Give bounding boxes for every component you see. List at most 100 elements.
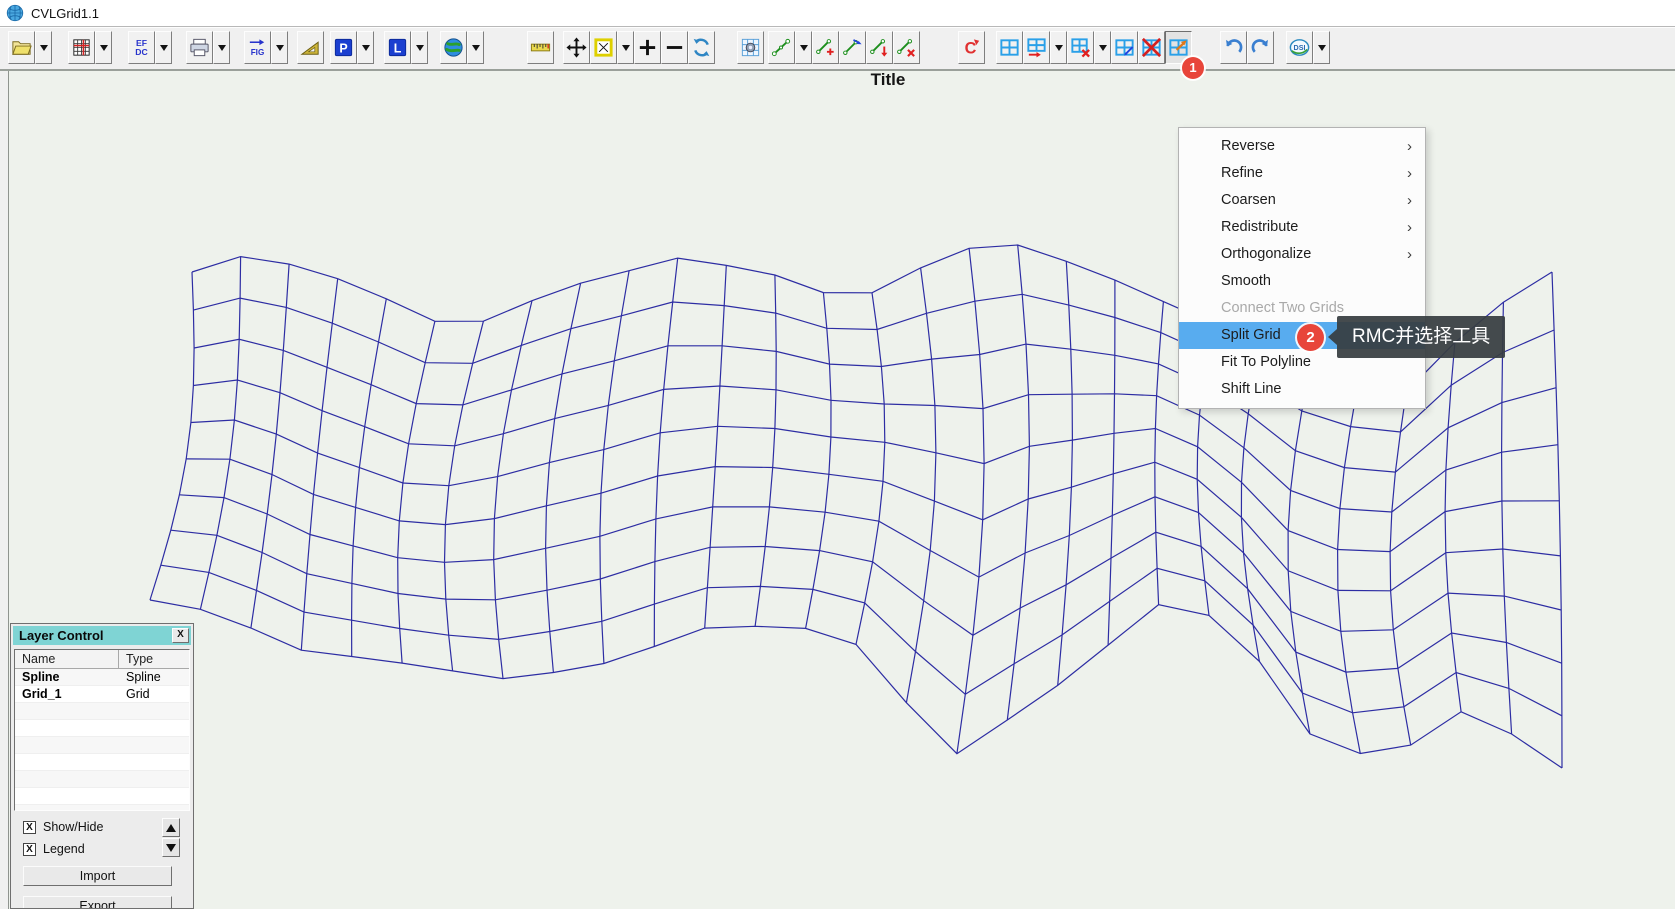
dropdown-button[interactable] xyxy=(617,31,634,64)
toolbar-group: C xyxy=(958,31,985,64)
checkbox-checked[interactable]: X xyxy=(23,820,36,834)
dropdown-button[interactable] xyxy=(1094,31,1111,64)
pan-button[interactable] xyxy=(563,31,590,64)
move-layer-up-button[interactable] xyxy=(162,818,180,837)
zoom-box-button[interactable] xyxy=(590,31,617,64)
set-square-button[interactable] xyxy=(297,31,324,64)
dsi-button[interactable]: DSI xyxy=(1286,31,1313,64)
ruler-button[interactable] xyxy=(527,31,554,64)
letter-l-button[interactable]: L xyxy=(384,31,411,64)
layer-name xyxy=(15,737,119,753)
dropdown-button[interactable] xyxy=(467,31,484,64)
fig-button[interactable]: FIG xyxy=(244,31,271,64)
layer-type xyxy=(119,703,189,719)
layer-type xyxy=(119,720,189,736)
grid-settings-button[interactable] xyxy=(737,31,764,64)
toolbar-group: EF DC xyxy=(128,31,172,64)
import-button[interactable]: Import xyxy=(23,866,172,886)
title-bar: CVLGrid1.1 xyxy=(0,0,1675,27)
letter-p-button[interactable]: P xyxy=(330,31,357,64)
layer-type xyxy=(119,737,189,753)
menu-item-reverse[interactable]: Reverse › xyxy=(1179,133,1425,160)
down-arrow-icon xyxy=(166,843,176,852)
menu-item-label: Shift Line xyxy=(1221,381,1282,397)
toolbar-group xyxy=(996,31,1192,64)
menu-item-refine[interactable]: Refine › xyxy=(1179,160,1425,187)
toolbar-group xyxy=(527,31,554,64)
spline-delete-button[interactable] xyxy=(893,31,920,64)
menu-item-redistribute[interactable]: Redistribute › xyxy=(1179,214,1425,241)
efdc-button[interactable]: EF DC xyxy=(128,31,155,64)
grid-blue-icon xyxy=(998,36,1021,59)
column-header-type[interactable]: Type xyxy=(119,650,189,668)
layer-row[interactable]: Grid_1 Grid xyxy=(15,686,189,703)
layer-type: Grid xyxy=(126,687,150,701)
grid-insert-row-button[interactable] xyxy=(1023,31,1050,64)
spline-move-button[interactable] xyxy=(839,31,866,64)
grid-delete-all-button[interactable] xyxy=(1138,31,1165,64)
dropdown-button[interactable] xyxy=(1050,31,1067,64)
printer-button[interactable] xyxy=(186,31,213,64)
spline-move-icon xyxy=(841,36,864,59)
dropdown-button[interactable] xyxy=(1313,31,1330,64)
dropdown-arrow-icon xyxy=(471,44,480,51)
layer-row[interactable]: Spline Spline xyxy=(15,669,189,686)
toolbar-group xyxy=(768,31,920,64)
layer-row xyxy=(15,754,189,771)
spline-add-button[interactable] xyxy=(812,31,839,64)
svg-text:DSI: DSI xyxy=(1294,44,1306,52)
dropdown-button[interactable] xyxy=(213,31,230,64)
zoom-out-button[interactable] xyxy=(661,31,688,64)
grid-edit-button[interactable] xyxy=(1111,31,1138,64)
menu-item-label: Orthogonalize xyxy=(1221,246,1312,262)
column-header-name[interactable]: Name xyxy=(15,650,119,668)
checkbox-checked[interactable]: X xyxy=(23,842,36,856)
globe-button[interactable] xyxy=(440,31,467,64)
annotation-tooltip: RMC并选择工具 xyxy=(1327,316,1506,358)
grid-dark-button[interactable] xyxy=(68,31,95,64)
dropdown-arrow-icon xyxy=(1098,44,1107,51)
menu-item-shift-line[interactable]: Shift Line xyxy=(1179,376,1425,403)
toolbar-group xyxy=(8,31,52,64)
dropdown-button[interactable] xyxy=(271,31,288,64)
step-badge-2: 2 xyxy=(1297,324,1324,351)
zoom-in-button[interactable] xyxy=(634,31,661,64)
dropdown-button[interactable] xyxy=(411,31,428,64)
redo-button[interactable] xyxy=(1247,31,1274,64)
dropdown-button[interactable] xyxy=(95,31,112,64)
move-layer-down-button[interactable] xyxy=(162,838,180,857)
toolbar-group xyxy=(68,31,112,64)
layer-row xyxy=(15,788,189,805)
toolbar-group xyxy=(563,31,715,64)
folder-open-button[interactable] xyxy=(8,31,35,64)
dropdown-arrow-icon xyxy=(159,44,168,51)
export-button[interactable]: Export xyxy=(23,896,172,908)
dropdown-button[interactable] xyxy=(357,31,374,64)
toolbar-group: DSI xyxy=(1286,31,1330,64)
undo-button[interactable] xyxy=(1220,31,1247,64)
layer-row xyxy=(15,703,189,720)
close-icon[interactable]: X xyxy=(172,628,189,643)
dropdown-button[interactable] xyxy=(35,31,52,64)
menu-item-coarsen[interactable]: Coarsen › xyxy=(1179,187,1425,214)
rotate-button[interactable]: C xyxy=(958,31,985,64)
menu-item-orthogonalize[interactable]: Orthogonalize › xyxy=(1179,241,1425,268)
dropdown-button[interactable] xyxy=(155,31,172,64)
ruler-icon xyxy=(529,36,552,59)
grid-delete-row-button[interactable] xyxy=(1067,31,1094,64)
spline-button[interactable] xyxy=(768,31,795,64)
layer-row xyxy=(15,720,189,737)
main-toolbar: EF DC FIG P L C DSI xyxy=(0,27,1675,71)
layer-control-titlebar[interactable]: Layer Control X xyxy=(13,626,191,645)
toolbar-group xyxy=(297,31,324,64)
menu-item-smooth[interactable]: Smooth xyxy=(1179,268,1425,295)
refresh-button[interactable] xyxy=(688,31,715,64)
menu-item-label: Refine xyxy=(1221,165,1263,181)
grid-blue-button[interactable] xyxy=(996,31,1023,64)
layer-name xyxy=(15,805,119,810)
spline-insert-button[interactable] xyxy=(866,31,893,64)
toolbar-group xyxy=(186,31,230,64)
toolbar-group: FIG xyxy=(244,31,288,64)
dropdown-button[interactable] xyxy=(795,31,812,64)
grid-delete-row-icon xyxy=(1069,36,1092,59)
